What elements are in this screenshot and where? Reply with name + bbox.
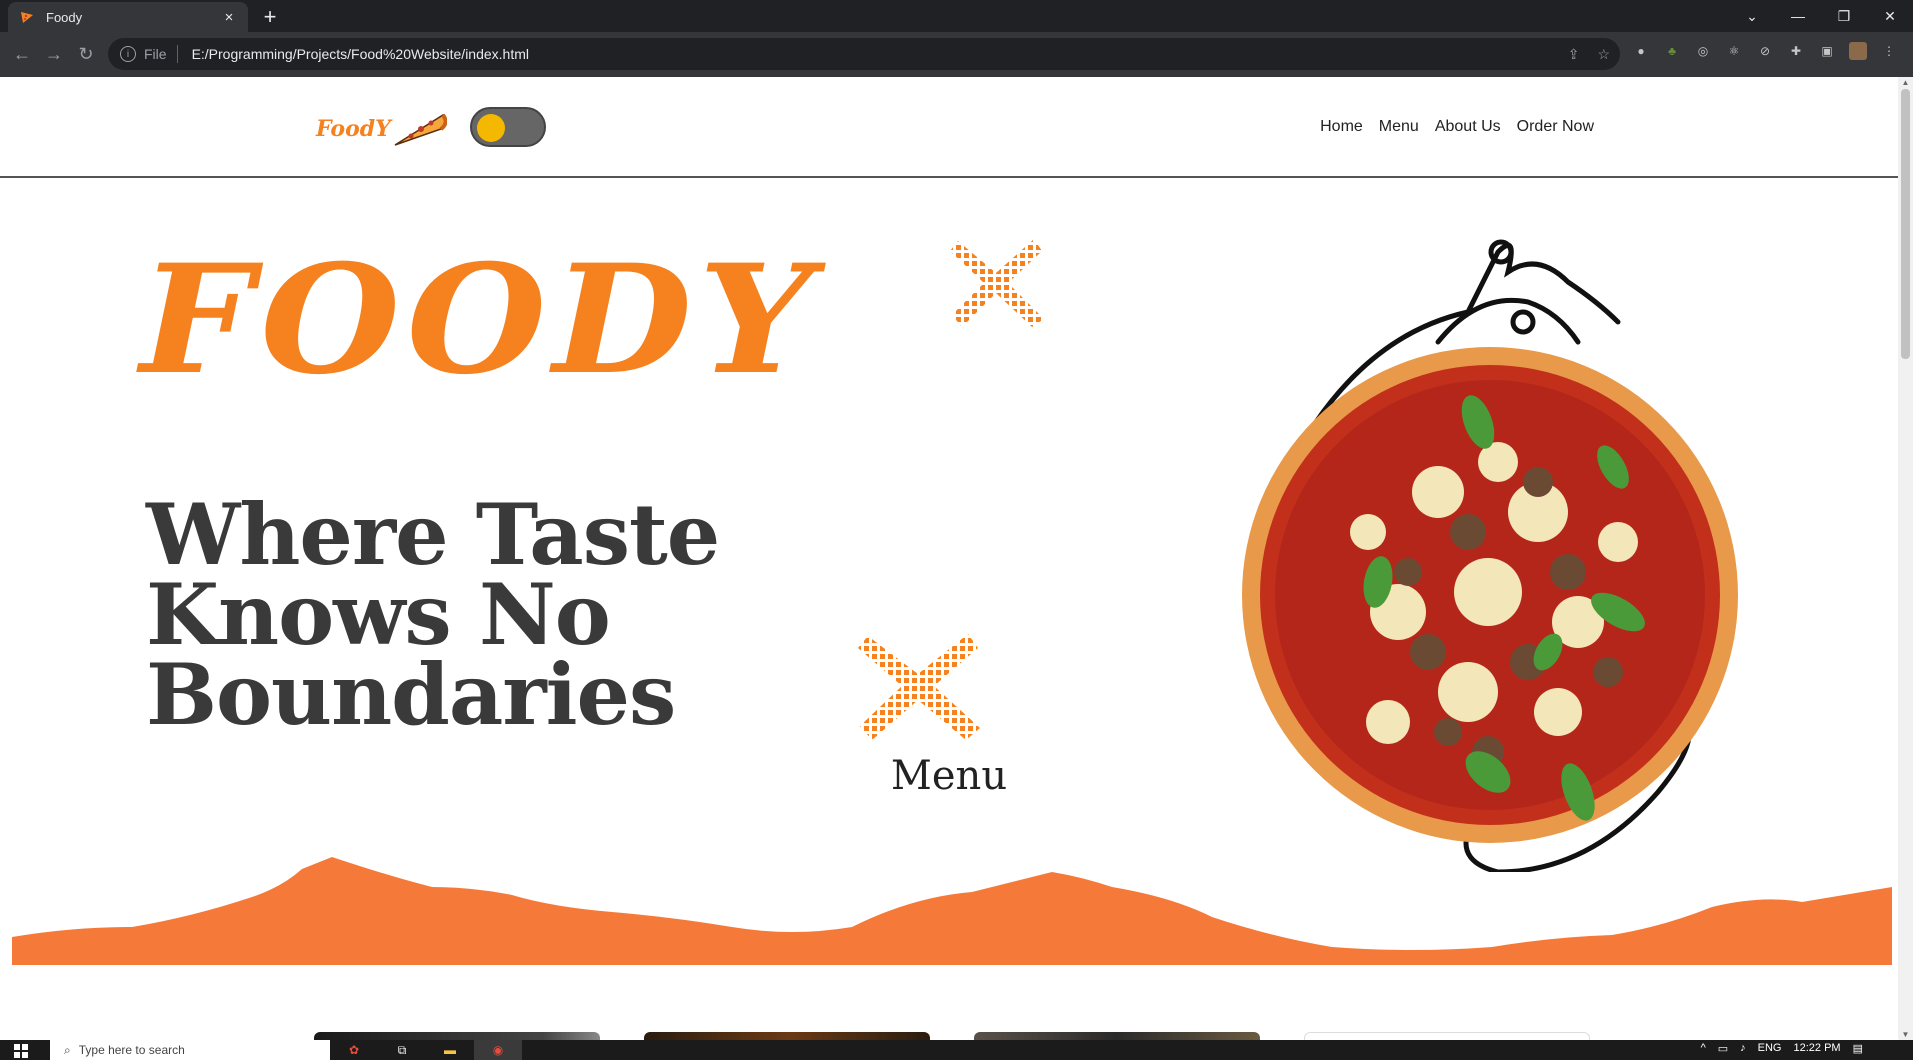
close-window-icon[interactable]: ✕ [1867, 0, 1913, 32]
web-page: FoodY Home Menu About Us Order Now FOODY… [0, 77, 1913, 1040]
hero-tagline: Where Taste Knows No Boundaries [146, 485, 720, 744]
tab-strip: Foody × + ⌄ — ❐ ✕ [0, 0, 1913, 32]
notifications-icon[interactable]: ▤ [1853, 1042, 1863, 1055]
logo-text: FoodY [316, 116, 391, 142]
url-text[interactable]: E:/Programming/Projects/Food%20Website/i… [192, 46, 529, 62]
volume-icon[interactable]: ♪ [1740, 1042, 1746, 1055]
decorative-cross-icon [950, 239, 1044, 327]
scrollbar-thumb[interactable] [1901, 89, 1910, 359]
taskbar-search[interactable]: ⌕ Type here to search [50, 1040, 330, 1060]
tab-foody[interactable]: Foody × [8, 2, 248, 32]
tab-title: Foody [46, 9, 83, 25]
forward-icon[interactable]: → [42, 42, 66, 66]
info-icon[interactable]: i [120, 46, 136, 62]
taskbar-search-placeholder: Type here to search [78, 1043, 185, 1057]
site-navbar: FoodY Home Menu About Us Order Now [0, 77, 1898, 178]
nav-home-link[interactable]: Home [1320, 118, 1363, 136]
minimize-icon[interactable]: — [1775, 0, 1821, 32]
chrome-icon[interactable]: ◉ [474, 1040, 522, 1060]
menu-kebab-icon[interactable]: ⋮ [1880, 42, 1898, 60]
windows-taskbar: ⌕ Type here to search ✿ ⧉ ▬ ◉ ^ ▭ ♪ ENG … [0, 1040, 1913, 1060]
restore-icon[interactable]: ❐ [1821, 0, 1867, 32]
pizza-slice-icon [394, 113, 447, 146]
tab-close-icon[interactable]: × [220, 8, 238, 26]
tray-chevron-icon[interactable]: ^ [1701, 1042, 1706, 1055]
url-scheme-label: File [144, 46, 167, 62]
new-tab-button[interactable]: + [258, 4, 282, 29]
nav-order-link[interactable]: Order Now [1517, 118, 1594, 136]
divider [176, 45, 178, 63]
windows-start-icon[interactable] [14, 1044, 28, 1058]
search-icon: ⌕ [64, 1042, 71, 1057]
menu-card[interactable] [1304, 1032, 1590, 1040]
network-icon[interactable]: ▭ [1718, 1042, 1728, 1055]
scroll-up-icon[interactable]: ▲ [1901, 78, 1910, 87]
address-bar[interactable]: i File E:/Programming/Projects/Food%20We… [108, 38, 1620, 70]
bookmark-star-icon[interactable]: ☆ [1597, 46, 1610, 63]
task-view-icon[interactable]: ⧉ [378, 1040, 426, 1060]
pizza-favicon-icon [18, 8, 36, 26]
extension-icon[interactable]: ● [1632, 42, 1650, 60]
theme-toggle[interactable] [470, 107, 546, 147]
main-nav: Home Menu About Us Order Now [1320, 118, 1594, 136]
clock[interactable]: 12:22 PM [1794, 1042, 1841, 1055]
toggle-knob [477, 114, 505, 142]
back-icon[interactable]: ← [10, 42, 34, 66]
extension-tree-icon[interactable]: ♣ [1663, 42, 1681, 60]
profile-avatar[interactable] [1849, 42, 1867, 60]
menu-card[interactable] [314, 1032, 600, 1040]
scroll-down-icon[interactable]: ▼ [1901, 1030, 1910, 1039]
extension-react-icon[interactable]: ⚛ [1725, 42, 1743, 60]
hero-wave-divider [12, 857, 1892, 965]
page-scrollbar[interactable]: ▲ ▼ [1898, 77, 1913, 1040]
hero-title: FOODY [140, 232, 820, 408]
browser-toolbar: ← → ↻ i File E:/Programming/Projects/Foo… [0, 32, 1913, 77]
extension-compass-icon[interactable]: ⊘ [1756, 42, 1774, 60]
file-explorer-icon[interactable]: ▬ [426, 1040, 474, 1060]
share-icon[interactable]: ⇪ [1568, 46, 1580, 63]
extensions-puzzle-icon[interactable]: ✚ [1787, 42, 1805, 60]
menu-cards [314, 1032, 1590, 1040]
side-panel-icon[interactable]: ▣ [1818, 42, 1836, 60]
menu-card[interactable] [974, 1032, 1260, 1040]
site-logo[interactable]: FoodY [316, 109, 447, 149]
nav-about-link[interactable]: About Us [1435, 118, 1501, 136]
reload-icon[interactable]: ↻ [74, 42, 98, 66]
extension-globe-icon[interactable]: ◎ [1694, 42, 1712, 60]
language-indicator[interactable]: ENG [1758, 1042, 1782, 1055]
cortana-icon[interactable]: ✿ [330, 1040, 378, 1060]
menu-section-title: Menu [890, 753, 1008, 799]
menu-card[interactable] [644, 1032, 930, 1040]
tab-search-chevron-icon[interactable]: ⌄ [1729, 0, 1775, 32]
nav-menu-link[interactable]: Menu [1379, 118, 1419, 136]
